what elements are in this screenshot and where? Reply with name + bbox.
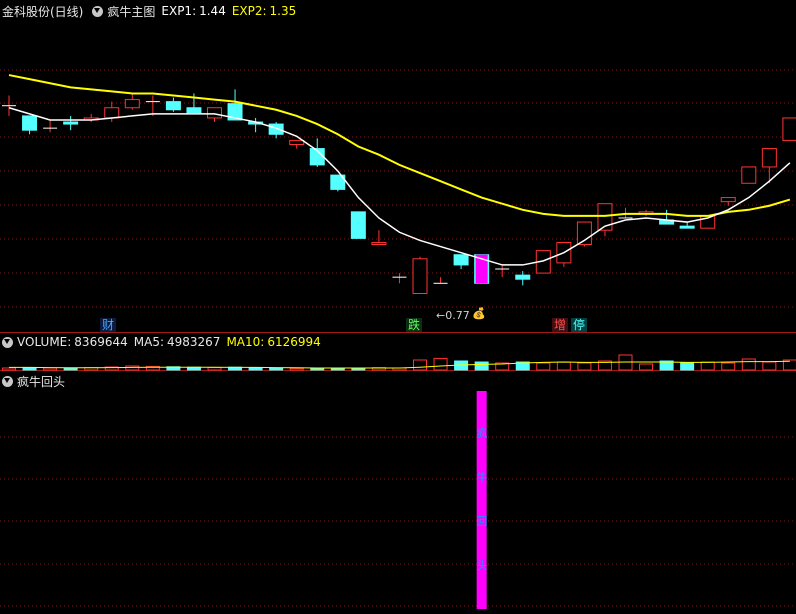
tag-ting[interactable]: 停 [571, 318, 588, 332]
main-pane-header: 金科股份(日线) 疯牛主图 EXP1: 1.44 EXP2: 1.35 [2, 2, 302, 20]
ma10-value: 6126994 [267, 335, 321, 349]
volume-bar [536, 362, 551, 371]
volume-value: 8369644 [74, 335, 128, 349]
signal-char-4: 头 [476, 559, 488, 572]
ma5-label: MA5: [133, 335, 164, 349]
volume-bar [762, 361, 777, 371]
volume-bar [248, 367, 263, 371]
exp1-value: 1.44 [199, 4, 226, 18]
volume-pane-header: VOLUME: 8369644 MA5: 4983267 MA10: 61269… [2, 333, 327, 351]
candle-body [720, 197, 736, 203]
volume-bar [700, 361, 715, 371]
volume-bar [22, 367, 37, 371]
candle-body [412, 258, 428, 295]
exp2-label: EXP2: [231, 4, 267, 18]
volume-menu-icon[interactable] [2, 336, 13, 348]
candle-body [350, 211, 366, 239]
sub-indicator-menu-icon[interactable] [2, 375, 13, 387]
indicator-name[interactable]: 疯牛主图 [107, 3, 155, 20]
candle-body [453, 254, 469, 266]
chart-canvas[interactable] [0, 0, 796, 614]
signal-char-1: 疯 [476, 427, 488, 440]
volume-bar [63, 367, 78, 371]
candle-body [22, 115, 38, 131]
moneybag-icon: 💰 [472, 307, 486, 320]
candle-body [371, 241, 387, 246]
volume-bar [556, 361, 571, 371]
tag-die[interactable]: 跌 [406, 318, 423, 332]
exp1-line [8, 107, 791, 266]
volume-bar [474, 361, 489, 371]
volume-bar [721, 362, 736, 371]
candle-body [104, 107, 120, 119]
exp2-line [8, 74, 791, 217]
sub-pane-header: 疯牛回头 [2, 372, 71, 390]
exp1-label: EXP1: [161, 4, 197, 18]
volume-bar [680, 362, 695, 371]
exp2-value: 1.35 [269, 4, 297, 18]
ma5-value: 4983267 [167, 335, 221, 349]
candle-body [186, 107, 202, 115]
volume-label: VOLUME: [17, 335, 72, 349]
volume-bar [577, 362, 592, 371]
tag-zeng[interactable]: 增 [552, 318, 569, 332]
volume-bar [2, 367, 16, 371]
candle-body [679, 225, 695, 229]
signal-char-2: 牛 [476, 471, 488, 484]
volume-bar [207, 367, 222, 371]
candle-body [63, 121, 79, 125]
volume-bar [413, 359, 427, 371]
candle-body [268, 123, 284, 135]
stock-chart-window[interactable]: 金科股份(日线) 疯牛主图 EXP1: 1.44 EXP2: 1.35 财 跌 … [0, 0, 796, 614]
candle-body [165, 101, 181, 111]
ma10-label: MA10: [226, 335, 265, 349]
stock-name: 金科股份(日线) [2, 4, 84, 19]
low-price-label: ←0.77 [436, 309, 470, 322]
volume-bar [741, 358, 756, 371]
volume-bar [289, 367, 304, 371]
candle-body [515, 274, 531, 280]
candle-body [124, 99, 140, 109]
volume-bar [43, 367, 58, 371]
candle-body [207, 107, 222, 119]
volume-bar [330, 367, 345, 371]
indicator-menu-icon[interactable] [92, 5, 104, 17]
volume-bar [433, 357, 448, 371]
candle-body [289, 139, 305, 145]
signal-bar [476, 391, 487, 609]
volume-bar [125, 365, 140, 371]
candle-body [782, 117, 796, 141]
candle-body [741, 166, 757, 184]
signal-char-3: 回 [476, 515, 488, 528]
sub-indicator-name[interactable]: 疯牛回头 [17, 373, 65, 390]
volume-bar [639, 363, 654, 371]
tag-cai[interactable]: 财 [100, 318, 117, 332]
candle-body [761, 148, 777, 168]
volume-bar [269, 367, 284, 371]
